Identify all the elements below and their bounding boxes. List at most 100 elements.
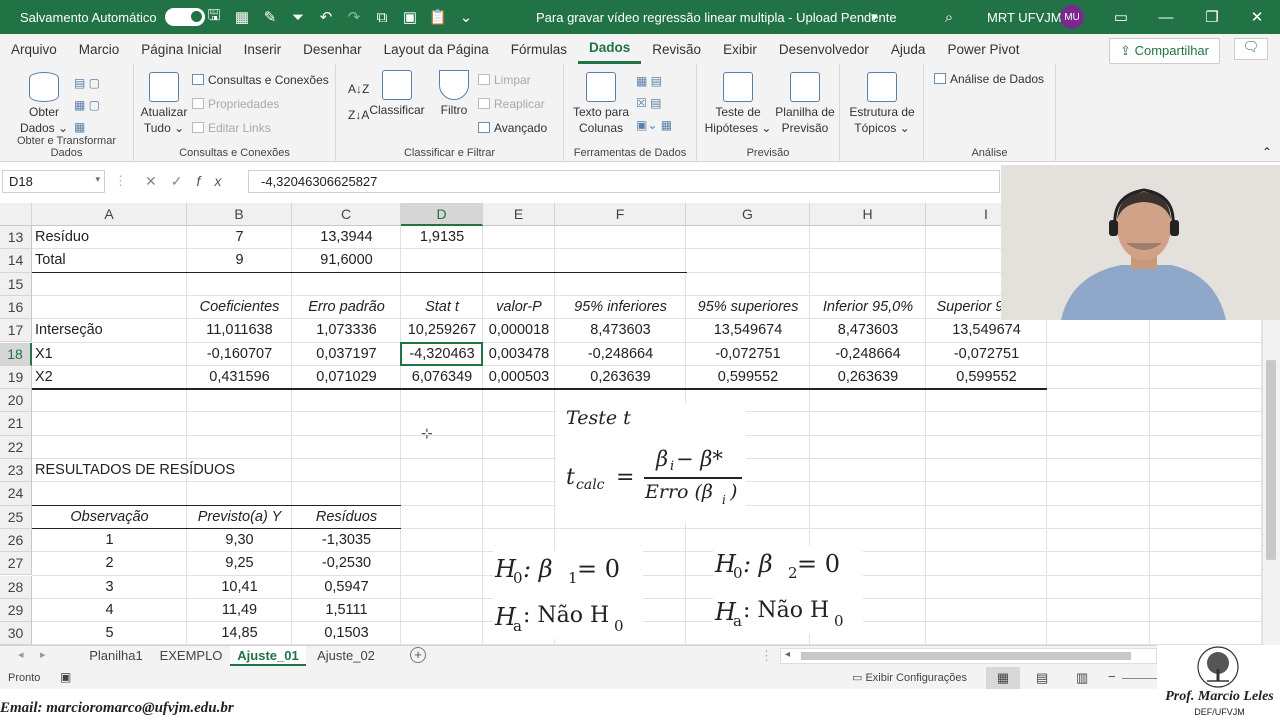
tab-arquivo[interactable]: Arquivo <box>0 34 68 64</box>
zoom-out-icon[interactable]: − <box>1108 669 1116 684</box>
refresh-all-button[interactable]: Atualizar Tudo ⌄ <box>138 72 190 136</box>
row-header-21[interactable]: 21 <box>0 412 32 436</box>
column-header-h[interactable]: H <box>810 203 926 226</box>
zoom-slider[interactable] <box>1122 678 1157 679</box>
what-if-button[interactable]: Teste de Hipóteses ⌄ <box>703 72 773 136</box>
sort-za-icon[interactable]: Z↓A <box>348 102 369 128</box>
next-sheet-icon[interactable]: ▸ <box>40 648 46 661</box>
from-text-icon[interactable]: ▤ ▢ <box>74 72 114 94</box>
paste-icon[interactable]: ▣ <box>396 8 424 26</box>
sheet-tab-exemplo[interactable]: EXEMPLO <box>155 646 227 666</box>
tab-exibir[interactable]: Exibir <box>712 34 768 64</box>
display-settings-button[interactable]: ▭ Exibir Configurações <box>852 671 967 684</box>
text-to-columns-button[interactable]: Texto para Colunas <box>570 72 632 136</box>
row-header-17[interactable]: 17 <box>0 319 32 343</box>
save-icon[interactable]: 🖫 <box>200 5 228 30</box>
advanced-filter-button[interactable]: Avançado <box>478 121 547 135</box>
ribbon-display-icon[interactable]: ▭ <box>1107 8 1135 26</box>
tab-dados[interactable]: Dados <box>578 34 642 64</box>
row-header-13[interactable]: 13 <box>0 226 32 250</box>
filter-icon[interactable]: ⏷ <box>284 9 312 26</box>
row-header-16[interactable]: 16 <box>0 295 32 320</box>
comments-icon[interactable]: 🗨 <box>1234 38 1268 60</box>
properties-button[interactable]: Propriedades <box>192 97 279 111</box>
column-header-f[interactable]: F <box>555 203 686 226</box>
scroll-left-icon[interactable]: ◂ <box>785 649 790 660</box>
tab-marcio[interactable]: Marcio <box>68 34 131 64</box>
column-header-c[interactable]: C <box>292 203 401 226</box>
data-analysis-button[interactable]: Análise de Dados <box>934 72 1044 86</box>
row-header-15[interactable]: 15 <box>0 272 32 296</box>
tab-desenvolvedor[interactable]: Desenvolvedor <box>768 34 880 64</box>
tab-revisao[interactable]: Revisão <box>641 34 712 64</box>
row-header-19[interactable]: 19 <box>0 365 32 390</box>
outline-button[interactable]: Estrutura de Tópicos ⌄ <box>844 72 920 136</box>
undo-icon[interactable]: ↶ <box>312 8 340 26</box>
row-header-28[interactable]: 28 <box>0 575 32 599</box>
tab-split-icon[interactable]: ⋮ <box>760 648 773 664</box>
search-icon[interactable]: ⌕ <box>935 0 963 34</box>
row-header-27[interactable]: 27 <box>0 552 32 576</box>
data-validation-icon[interactable]: ▣⌄ ▦ <box>636 114 672 136</box>
tab-ajuda[interactable]: Ajuda <box>880 34 937 64</box>
edit-icon[interactable]: ✎ <box>256 8 284 26</box>
prev-sheet-icon[interactable]: ◂ <box>18 648 24 661</box>
reapply-button[interactable]: Reaplicar <box>478 97 545 111</box>
name-box[interactable]: D18 ▾ <box>2 170 105 193</box>
chevron-down-icon[interactable]: ▾ <box>871 0 878 34</box>
minimize-icon[interactable]: — <box>1152 9 1180 26</box>
sheet-tab-ajuste-01[interactable]: Ajuste_01 <box>230 646 306 666</box>
column-header-b[interactable]: B <box>187 203 292 226</box>
row-header-20[interactable]: 20 <box>0 389 32 413</box>
customize-toolbar-icon[interactable]: ⌄ <box>452 8 480 26</box>
tab-desenhar[interactable]: Desenhar <box>292 34 373 64</box>
row-header-29[interactable]: 29 <box>0 598 32 623</box>
column-header-g[interactable]: G <box>686 203 810 226</box>
row-header-22[interactable]: 22 <box>0 435 32 459</box>
get-data-button[interactable]: Obter Dados ⌄ <box>14 72 74 136</box>
sort-button[interactable]: Classificar <box>368 70 426 118</box>
macro-record-icon[interactable]: ▣ <box>60 670 71 684</box>
scroll-thumb[interactable] <box>1266 360 1276 560</box>
tab-pagina-inicial[interactable]: Página Inicial <box>130 34 232 64</box>
select-all-corner[interactable] <box>0 203 32 226</box>
autosave-toggle[interactable] <box>164 8 205 26</box>
page-break-icon[interactable]: ▥ <box>1076 670 1088 686</box>
close-icon[interactable]: ✕ <box>1243 8 1271 26</box>
flash-fill-icon[interactable]: ▦ ▤ <box>636 70 672 92</box>
sheet-tab-ajuste-02[interactable]: Ajuste_02 <box>309 646 383 666</box>
chevron-down-icon[interactable]: ▾ <box>95 174 100 185</box>
column-header-a[interactable]: A <box>32 203 187 226</box>
clear-filter-button[interactable]: Limpar <box>478 73 531 87</box>
edit-links-button[interactable]: Editar Links <box>192 121 271 135</box>
from-web-icon[interactable]: ▦ ▢ <box>74 94 114 116</box>
tab-formulas[interactable]: Fórmulas <box>500 34 578 64</box>
copy-icon[interactable]: ⧉ <box>368 9 396 26</box>
filter-button[interactable]: Filtro <box>432 70 476 118</box>
enter-icon[interactable]: ✓ <box>171 173 197 189</box>
remove-duplicates-icon[interactable]: ☒ ▤ <box>636 92 672 114</box>
queries-connections-button[interactable]: Consultas e Conexões <box>192 73 329 87</box>
sheet-tab-planilha1[interactable]: Planilha1 <box>80 646 152 666</box>
vertical-scrollbar[interactable] <box>1262 320 1280 645</box>
horizontal-scrollbar[interactable]: ◂ <box>780 648 1157 664</box>
row-header-25[interactable]: 25 <box>0 505 32 529</box>
row-header-18[interactable]: 18 <box>0 342 32 366</box>
normal-view-icon[interactable]: ▦ <box>986 667 1020 689</box>
row-header-23[interactable]: 23 <box>0 459 32 483</box>
forecast-sheet-button[interactable]: Planilha de Previsão <box>773 72 837 136</box>
print-preview-icon[interactable]: ▦ <box>228 8 256 26</box>
row-header-26[interactable]: 26 <box>0 528 32 553</box>
column-header-d[interactable]: D <box>401 203 483 226</box>
tab-inserir[interactable]: Inserir <box>233 34 293 64</box>
formula-input[interactable]: -4,32046306625827 <box>248 170 1000 193</box>
cancel-icon[interactable]: ✕ <box>145 173 171 189</box>
redo-icon[interactable]: ↷ <box>340 8 368 26</box>
row-header-30[interactable]: 30 <box>0 622 32 645</box>
scroll-thumb-h[interactable] <box>801 652 1131 660</box>
tab-layout[interactable]: Layout da Página <box>373 34 500 64</box>
page-layout-icon[interactable]: ▤ <box>1036 670 1048 686</box>
row-header-14[interactable]: 14 <box>0 249 32 273</box>
share-button[interactable]: ⇪ Compartilhar <box>1109 38 1220 64</box>
sort-az-icon[interactable]: A↓Z <box>348 76 369 102</box>
